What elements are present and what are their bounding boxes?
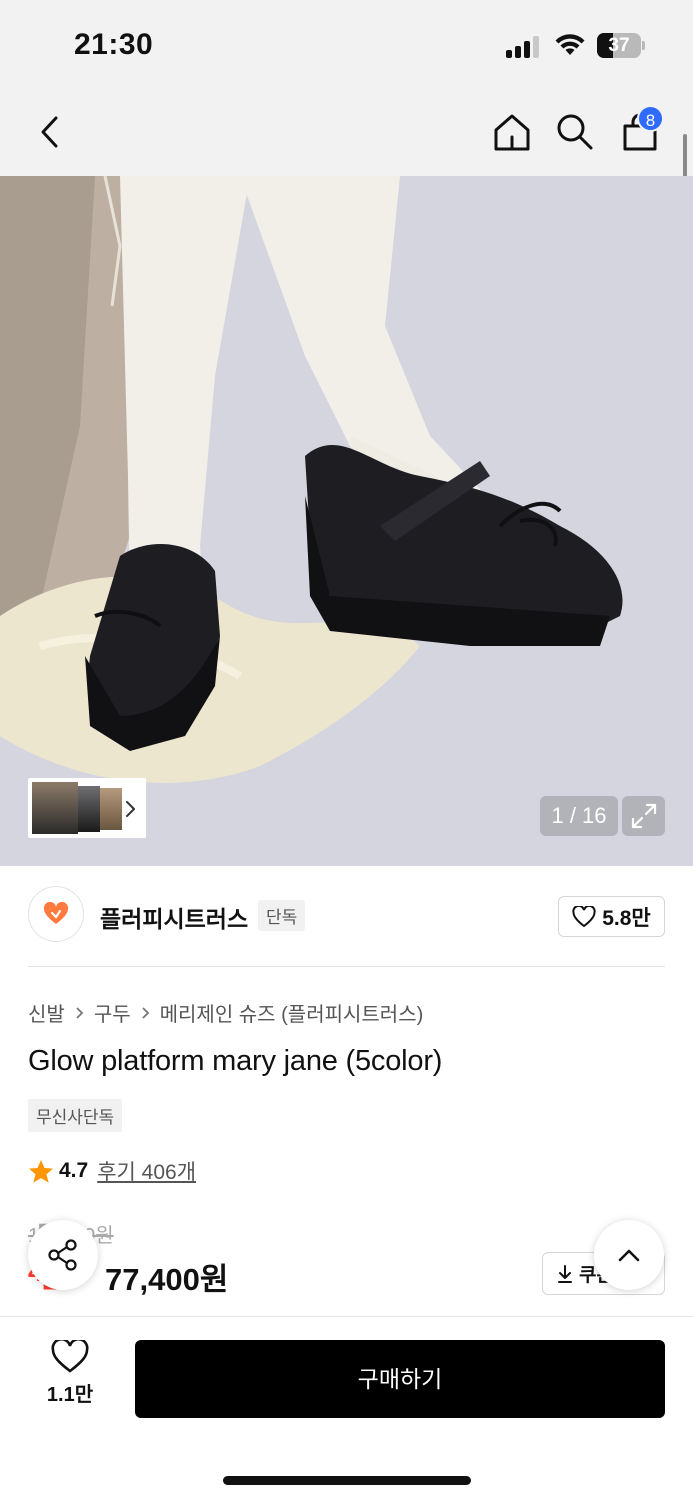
heart-icon xyxy=(572,905,596,927)
battery-icon: 37 xyxy=(597,33,645,58)
search-icon xyxy=(557,114,593,150)
brand-row: 플러피시트러스 단독 5.8만 xyxy=(28,886,665,946)
wishlist-count: 1.1만 xyxy=(46,1384,94,1406)
wifi-icon xyxy=(554,33,586,62)
brand-heart-icon xyxy=(43,902,69,924)
signal-icon xyxy=(506,34,542,58)
breadcrumb-item-mary-jane[interactable]: 메리제인 슈즈 (플러피시트러스) xyxy=(160,998,424,1027)
buy-button[interactable]: 구매하기 xyxy=(135,1340,665,1418)
chevron-right-icon xyxy=(141,1006,150,1020)
back-button[interactable] xyxy=(24,106,76,158)
product-title: Glow platform mary jane (5color) xyxy=(28,1045,443,1077)
image-counter: 1 / 16 xyxy=(540,796,618,836)
wishlist-button[interactable]: 1.1만 xyxy=(30,1340,110,1418)
rating-value: 4.7 xyxy=(59,1159,89,1182)
heart-icon xyxy=(51,1340,89,1373)
breadcrumb-item-dress-shoes[interactable]: 구두 xyxy=(94,998,131,1027)
scroll-to-top-button[interactable] xyxy=(594,1220,664,1290)
rating-row: 4.7 후기 406개 xyxy=(28,1156,196,1186)
brand-exclusive-badge: 단독 xyxy=(258,900,306,931)
brand-like-count: 5.8만 xyxy=(602,906,651,930)
star-icon xyxy=(29,1159,53,1183)
thumbnail-image xyxy=(78,786,100,832)
brand-like-button[interactable]: 5.8만 xyxy=(558,896,665,937)
thumbnail-image xyxy=(32,782,78,834)
search-button[interactable] xyxy=(549,106,601,158)
back-icon xyxy=(41,116,58,148)
divider xyxy=(28,966,665,967)
cart-count-badge: 8 xyxy=(637,105,664,132)
home-button[interactable] xyxy=(486,106,538,158)
brand-name-link[interactable]: 플러피시트러스 xyxy=(100,900,248,934)
breadcrumb: 신발 구두 메리제인 슈즈 (플러피시트러스) xyxy=(28,998,423,1027)
battery-level: 37 xyxy=(608,35,630,56)
home-indicator xyxy=(223,1476,471,1485)
sale-price: 77,400원 xyxy=(105,1262,229,1297)
thumbnail-image xyxy=(100,788,122,830)
chevron-right-icon xyxy=(126,801,135,817)
exclusive-tag: 무신사단독 xyxy=(28,1099,123,1132)
product-image[interactable] xyxy=(0,176,693,866)
expand-icon xyxy=(631,803,656,829)
top-nav-bar xyxy=(0,88,693,176)
status-bar: 21:30 37 xyxy=(0,0,693,88)
share-button[interactable] xyxy=(28,1220,98,1290)
download-icon xyxy=(558,1264,572,1283)
home-icon xyxy=(494,114,530,151)
product-photo xyxy=(0,176,693,866)
expand-image-button[interactable] xyxy=(622,796,665,836)
share-icon xyxy=(48,1239,77,1271)
chevron-up-icon xyxy=(618,1249,640,1262)
chevron-right-icon xyxy=(75,1006,84,1020)
breadcrumb-item-shoes[interactable]: 신발 xyxy=(28,998,65,1027)
image-thumbnails-button[interactable] xyxy=(28,778,146,838)
brand-logo-button[interactable] xyxy=(28,886,84,942)
status-time: 21:30 xyxy=(74,28,154,61)
review-link[interactable]: 후기 406개 xyxy=(97,1156,196,1186)
